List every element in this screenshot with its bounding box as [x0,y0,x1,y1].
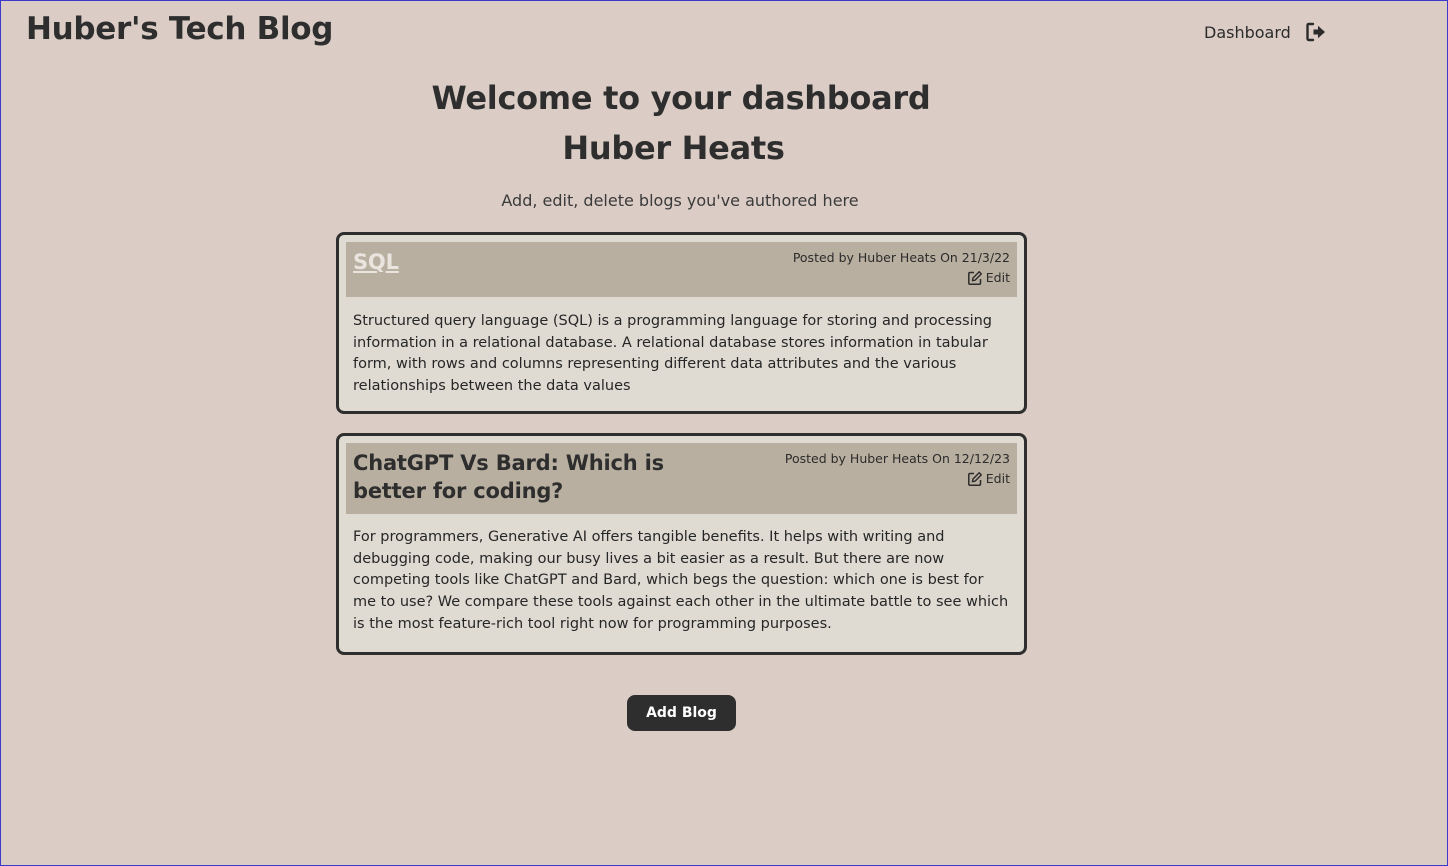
post-byline: Posted by Huber Heats On 21/3/22 [792,250,1010,265]
post-title: ChatGPT Vs Bard: Which is better for cod… [353,451,664,503]
top-nav: Dashboard [1204,21,1327,43]
edit-label: Edit [985,471,1010,486]
post-title-link[interactable]: SQL [353,248,399,276]
blog-post-card: SQL Posted by Huber Heats On 21/3/22 Edi… [336,232,1027,414]
edit-icon [967,271,982,285]
post-meta: Posted by Huber Heats On 21/3/22 Edit [793,248,1010,292]
post-body: For programmers, Generative AI offers ta… [353,529,1009,632]
post-body: Structured query language (SQL) is a pro… [353,313,993,395]
username-heading: Huber Heats [562,129,785,167]
dashboard-link[interactable]: Dashboard [1204,23,1291,42]
post-byline: Posted by Huber Heats On 12/12/23 [784,451,1010,466]
add-blog-button[interactable]: Add Blog [627,695,736,731]
site-title: Huber's Tech Blog [26,11,334,47]
welcome-heading: Welcome to your dashboard [431,79,931,117]
blog-post-card: ChatGPT Vs Bard: Which is better for cod… [336,433,1027,655]
post-meta: Posted by Huber Heats On 12/12/23 Edit [785,449,1010,493]
post-header: ChatGPT Vs Bard: Which is better for cod… [346,443,1017,514]
post-header: SQL Posted by Huber Heats On 21/3/22 Edi… [346,242,1017,297]
dashboard-subtitle: Add, edit, delete blogs you've authored … [501,191,859,210]
edit-button[interactable]: Edit [967,469,1010,489]
sign-out-icon[interactable] [1305,21,1327,43]
edit-icon [967,472,982,486]
edit-button[interactable]: Edit [967,268,1010,288]
edit-label: Edit [985,270,1010,285]
